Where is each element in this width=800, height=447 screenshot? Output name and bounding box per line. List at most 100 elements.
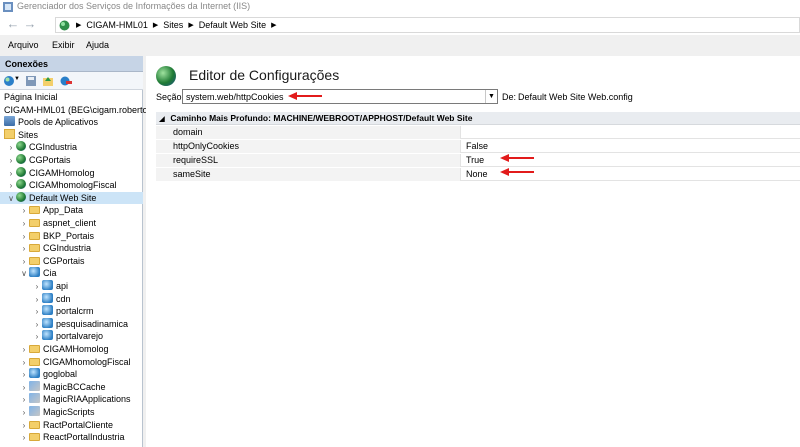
collapsed-chevron-icon[interactable]: › bbox=[19, 432, 29, 444]
collapsed-chevron-icon[interactable]: › bbox=[19, 369, 29, 381]
tree-node[interactable]: › CIGAMhomologFiscal bbox=[0, 356, 143, 368]
forward-arrow-icon[interactable]: → bbox=[22, 17, 38, 31]
disconnect-icon[interactable] bbox=[60, 75, 72, 87]
collapsed-chevron-icon[interactable]: › bbox=[32, 306, 42, 318]
tree-node[interactable]: › CGPortais bbox=[0, 154, 143, 166]
tree-node[interactable]: Sites bbox=[0, 128, 143, 141]
collapsed-chevron-icon[interactable]: › bbox=[32, 294, 42, 306]
folder-icon bbox=[29, 345, 40, 353]
folder-icon bbox=[29, 256, 40, 265]
tree-node-label: Default Web Site bbox=[29, 192, 97, 203]
page-title: Editor de Configurações bbox=[189, 67, 340, 83]
menu-arquivo[interactable]: Arquivo bbox=[8, 40, 39, 50]
collapsed-chevron-icon[interactable]: › bbox=[32, 281, 42, 293]
collapsed-chevron-icon[interactable]: › bbox=[19, 344, 29, 356]
collapsed-chevron-icon[interactable]: › bbox=[19, 420, 29, 432]
tree-node-label: goglobal bbox=[43, 369, 78, 380]
expanded-chevron-icon[interactable]: ∨ bbox=[19, 268, 29, 280]
tree-node[interactable]: › RactPortalCliente bbox=[0, 419, 143, 431]
tree-node[interactable]: › portalvarejo bbox=[0, 330, 143, 342]
address-bar[interactable]: ▶ CIGAM-HML01 ▶ Sites ▶ Default Web Site… bbox=[55, 17, 800, 33]
collapsed-chevron-icon[interactable]: › bbox=[32, 319, 42, 331]
folder-icon bbox=[29, 420, 40, 429]
collapsed-chevron-icon[interactable]: › bbox=[6, 168, 16, 180]
collapsed-chevron-icon[interactable]: › bbox=[19, 218, 29, 230]
tree-node[interactable]: › BKP_Portais bbox=[0, 230, 143, 242]
collapsed-chevron-icon[interactable]: › bbox=[19, 407, 29, 419]
folder-icon bbox=[29, 219, 40, 227]
up-folder-icon[interactable] bbox=[42, 75, 54, 87]
tree-node[interactable]: › pesquisadinamica bbox=[0, 317, 143, 331]
breadcrumb-item-server[interactable]: CIGAM-HML01 bbox=[86, 20, 148, 30]
tree-node[interactable]: Pools de Aplicativos bbox=[0, 116, 143, 128]
collapsed-chevron-icon[interactable]: › bbox=[19, 231, 29, 243]
menu-exibir[interactable]: Exibir bbox=[52, 40, 75, 50]
collapsed-chevron-icon[interactable]: › bbox=[19, 243, 29, 255]
section-dropdown[interactable]: system.web/httpCookies ▼ bbox=[182, 89, 498, 104]
collapsed-chevron-icon[interactable]: › bbox=[6, 155, 16, 167]
tree-node[interactable]: › CIGAMhomologFiscal bbox=[0, 179, 143, 191]
tree-node[interactable]: ∨ Default Web Site bbox=[0, 191, 143, 205]
tree-node[interactable]: › api bbox=[0, 280, 143, 292]
tree-node[interactable]: Página Inicial bbox=[0, 91, 143, 103]
collapsed-chevron-icon[interactable]: › bbox=[19, 382, 29, 394]
property-row-domain[interactable]: domain bbox=[156, 126, 800, 139]
property-row-samesite[interactable]: sameSite None bbox=[156, 168, 800, 181]
group-header[interactable]: ◢ Caminho Mais Profundo: MACHINE/WEBROOT… bbox=[156, 112, 800, 125]
tree-node[interactable]: › MagicRIAApplications bbox=[0, 393, 143, 405]
property-row-requiressl[interactable]: requireSSL True bbox=[156, 154, 800, 167]
tree-node[interactable]: › App_Data bbox=[0, 204, 143, 216]
collapsed-chevron-icon[interactable]: › bbox=[19, 256, 29, 268]
breadcrumb-separator-icon: ▶ bbox=[152, 22, 159, 29]
collapse-chevron-icon[interactable]: ◢ bbox=[156, 113, 168, 126]
tree-node-label: ReactPortalIndustria bbox=[43, 432, 125, 443]
collapsed-chevron-icon[interactable]: › bbox=[32, 331, 42, 343]
tree-node[interactable]: › portalcrm bbox=[0, 305, 143, 317]
magic-icon bbox=[29, 380, 40, 391]
property-value[interactable]: None bbox=[466, 168, 488, 181]
collapsed-chevron-icon[interactable]: › bbox=[19, 205, 29, 217]
expanded-chevron-icon[interactable]: ∨ bbox=[6, 193, 16, 205]
tree-node[interactable]: CIGAM-HML01 (BEG\cigam.roberto) bbox=[0, 104, 151, 116]
app-icon bbox=[42, 317, 53, 328]
tree-node[interactable]: › MagicScripts bbox=[0, 406, 143, 418]
collapsed-chevron-icon[interactable]: › bbox=[6, 180, 16, 192]
tree-node[interactable]: › MagicBCCache bbox=[0, 380, 143, 394]
globe-icon bbox=[59, 20, 70, 31]
tree-node-label: Sites bbox=[18, 129, 39, 140]
globe-icon bbox=[16, 166, 26, 177]
property-value[interactable]: True bbox=[466, 154, 484, 167]
property-key: httpOnlyCookies bbox=[156, 140, 461, 153]
tree-node[interactable]: › cdn bbox=[0, 292, 143, 306]
collapsed-chevron-icon[interactable]: › bbox=[6, 142, 16, 154]
back-arrow-icon[interactable]: ← bbox=[5, 17, 21, 31]
app-pool-icon bbox=[4, 116, 15, 127]
tree-node[interactable]: › CIGAMHomolog bbox=[0, 343, 143, 355]
menu-ajuda[interactable]: Ajuda bbox=[86, 40, 109, 50]
collapsed-chevron-icon[interactable]: › bbox=[19, 357, 29, 369]
tree-node-label: CIGAM-HML01 (BEG\cigam.roberto) bbox=[4, 104, 151, 115]
tree-node[interactable]: › CIGAMHomolog bbox=[0, 166, 143, 180]
breadcrumb-item-site[interactable]: Default Web Site bbox=[199, 20, 266, 30]
group-header-label: Caminho Mais Profundo: MACHINE/WEBROOT/A… bbox=[170, 113, 473, 123]
tree-node[interactable]: › CGIndustria bbox=[0, 242, 143, 254]
menu-bar: Arquivo Exibir Ajuda bbox=[0, 37, 800, 54]
chevron-down-icon[interactable]: ▼ bbox=[485, 90, 497, 103]
tree-node-label: api bbox=[56, 281, 69, 291]
tree-node[interactable]: › CGIndustria bbox=[0, 141, 143, 153]
breadcrumb-item-sites[interactable]: Sites bbox=[163, 20, 183, 30]
tree-node[interactable]: › ReactPortalIndustria bbox=[0, 431, 143, 443]
tree-node[interactable]: › goglobal bbox=[0, 368, 143, 380]
app-icon bbox=[29, 267, 40, 278]
property-key: domain bbox=[156, 126, 461, 139]
collapsed-chevron-icon[interactable]: › bbox=[19, 394, 29, 406]
tree-node[interactable]: › CGPortais bbox=[0, 255, 143, 267]
property-value[interactable]: False bbox=[466, 140, 488, 153]
tree-node[interactable]: › aspnet_client bbox=[0, 217, 143, 229]
property-row-httponlycookies[interactable]: httpOnlyCookies False bbox=[156, 140, 800, 153]
chevron-down-icon[interactable]: ▼ bbox=[14, 76, 20, 82]
tree-node-label: App_Data bbox=[43, 205, 84, 216]
tree-node[interactable]: ∨ Cia bbox=[0, 267, 143, 279]
save-icon[interactable] bbox=[25, 75, 37, 87]
section-value: system.web/httpCookies bbox=[186, 92, 284, 102]
